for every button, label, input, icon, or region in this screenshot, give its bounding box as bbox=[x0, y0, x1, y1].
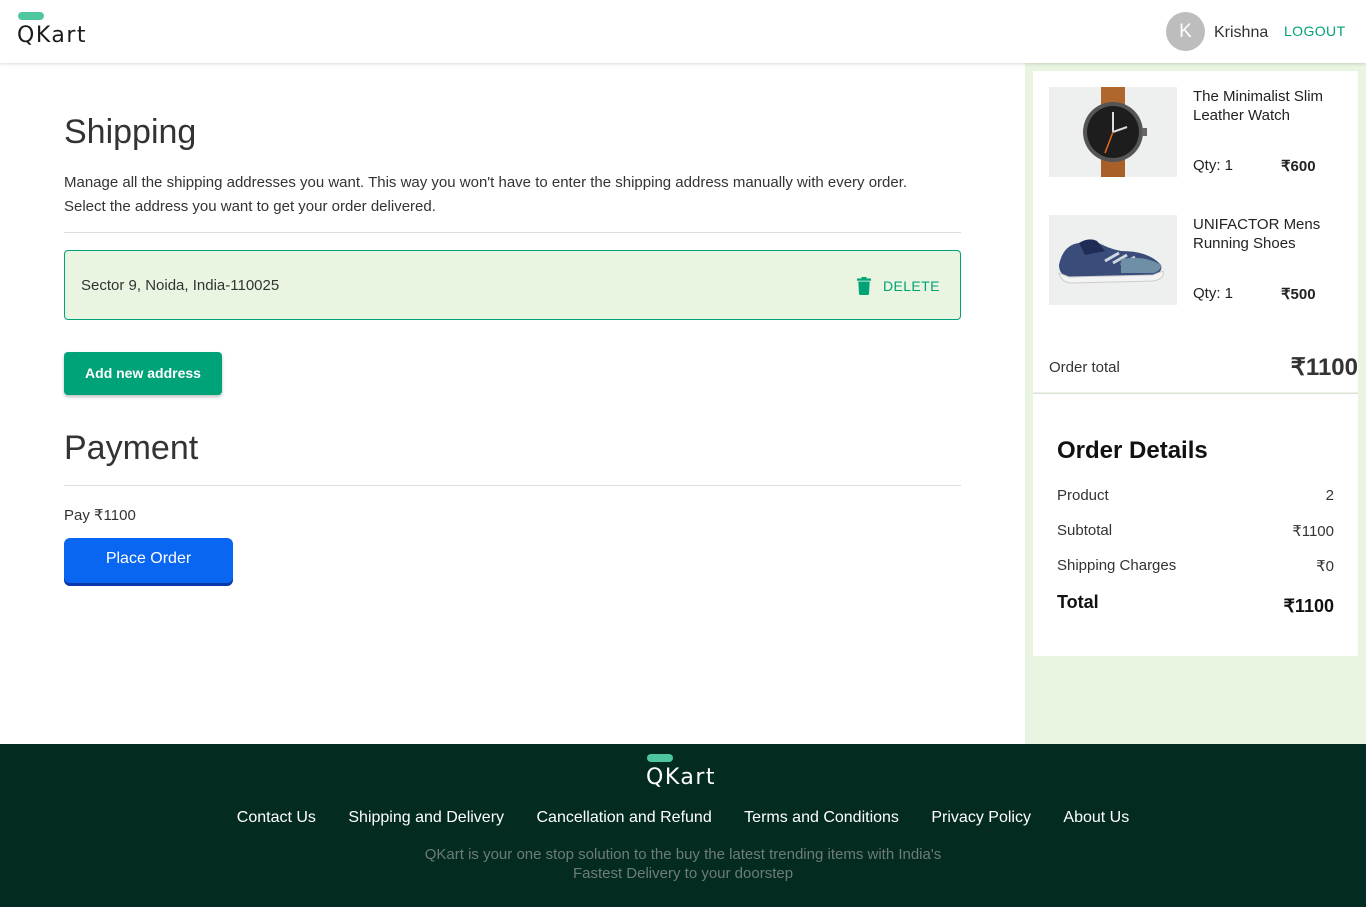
address-text: Sector 9, Noida, India-110025 bbox=[81, 277, 280, 294]
place-order-button[interactable]: Place Order bbox=[64, 538, 233, 583]
total-value: ₹1100 bbox=[1283, 596, 1334, 616]
shipping-description-line2: Select the address you want to get your … bbox=[64, 198, 436, 215]
app-header: QKart K Krishna LOGOUT bbox=[0, 0, 1366, 63]
cart-summary-card: The Minimalist Slim Leather Watch Qty: 1… bbox=[1033, 71, 1358, 392]
footer-logo: QKart bbox=[646, 754, 726, 794]
shoe-image bbox=[1049, 215, 1177, 305]
product-value: 2 bbox=[1325, 487, 1334, 504]
shipping-title: Shipping bbox=[64, 113, 197, 151]
order-details-card: Order Details Product 2 Subtotal ₹1100 S… bbox=[1033, 393, 1358, 656]
logout-button[interactable]: LOGOUT bbox=[1284, 23, 1346, 39]
subtotal-row: Subtotal ₹1100 bbox=[1057, 522, 1334, 544]
cart-item-price: ₹600 bbox=[1281, 158, 1316, 175]
add-new-address-button[interactable]: Add new address bbox=[64, 352, 222, 395]
cart-item-name: The Minimalist Slim Leather Watch bbox=[1193, 88, 1324, 124]
footer-logo-text: QKart bbox=[646, 765, 717, 790]
footer-link-shipping-delivery[interactable]: Shipping and Delivery bbox=[348, 809, 504, 826]
watch-icon bbox=[1049, 87, 1177, 177]
site-footer: QKart Contact Us Shipping and Delivery C… bbox=[0, 744, 1366, 907]
payment-title: Payment bbox=[64, 429, 199, 467]
footer-links: Contact Us Shipping and Delivery Cancell… bbox=[0, 809, 1366, 827]
shipping-description: Manage all the shipping addresses you wa… bbox=[64, 171, 964, 219]
subtotal-value: ₹1100 bbox=[1292, 523, 1334, 540]
cart-item-qty: Qty: 1 bbox=[1193, 285, 1234, 302]
logo-text: QKart bbox=[17, 23, 88, 48]
footer-tagline-line2: Fastest Delivery to your doorstep bbox=[572, 865, 794, 882]
cart-item-price: ₹500 bbox=[1281, 286, 1316, 303]
total-row: Total ₹1100 bbox=[1057, 592, 1334, 616]
shipping-divider bbox=[64, 232, 961, 233]
logo-bar bbox=[18, 12, 44, 20]
cart-sidebar: The Minimalist Slim Leather Watch Qty: 1… bbox=[1025, 63, 1366, 744]
qkart-logo[interactable]: QKart bbox=[17, 12, 97, 52]
shipping-charges-label: Shipping Charges bbox=[1057, 557, 1177, 574]
footer-link-privacy-policy[interactable]: Privacy Policy bbox=[931, 809, 1031, 826]
order-total-value: ₹1100 bbox=[1290, 354, 1358, 381]
cart-item: The Minimalist Slim Leather Watch Qty: 1… bbox=[1049, 87, 1349, 187]
address-card[interactable]: Sector 9, Noida, India-110025 DELETE bbox=[64, 250, 961, 320]
shipping-description-line1: Manage all the shipping addresses you wa… bbox=[64, 174, 908, 191]
footer-link-cancellation-refund[interactable]: Cancellation and Refund bbox=[536, 809, 711, 826]
payment-divider bbox=[64, 485, 961, 486]
cart-item-name: UNIFACTOR Mens Running Shoes bbox=[1193, 216, 1321, 252]
footer-logo-bar bbox=[647, 754, 673, 762]
order-details-title: Order Details bbox=[1057, 437, 1208, 464]
pay-amount-text: Pay ₹1100 bbox=[64, 507, 136, 524]
checkout-main: Shipping Manage all the shipping address… bbox=[0, 63, 1025, 744]
footer-link-about-us[interactable]: About Us bbox=[1063, 809, 1129, 826]
order-total-label: Order total bbox=[1049, 359, 1120, 376]
subtotal-label: Subtotal bbox=[1057, 522, 1113, 539]
avatar: K bbox=[1166, 12, 1205, 51]
product-label: Product bbox=[1057, 487, 1109, 504]
footer-tagline-line1: QKart is your one stop solution to the b… bbox=[424, 846, 942, 863]
trash-icon bbox=[857, 277, 871, 295]
watch-image bbox=[1049, 87, 1177, 177]
shipping-charges-row: Shipping Charges ₹0 bbox=[1057, 557, 1334, 579]
total-label: Total bbox=[1057, 592, 1099, 612]
cart-item-qty: Qty: 1 bbox=[1193, 157, 1234, 174]
shipping-charges-value: ₹0 bbox=[1316, 558, 1334, 575]
cart-item: UNIFACTOR Mens Running Shoes Qty: 1 ₹500 bbox=[1049, 215, 1349, 315]
username: Krishna bbox=[1214, 24, 1269, 41]
shoe-icon bbox=[1049, 215, 1177, 305]
delete-address-button[interactable]: DELETE bbox=[857, 275, 940, 297]
footer-link-terms-conditions[interactable]: Terms and Conditions bbox=[744, 809, 899, 826]
footer-link-contact-us[interactable]: Contact Us bbox=[237, 809, 316, 826]
footer-tagline: QKart is your one stop solution to the b… bbox=[0, 845, 1366, 883]
delete-label: DELETE bbox=[883, 278, 940, 294]
product-count-row: Product 2 bbox=[1057, 487, 1334, 509]
